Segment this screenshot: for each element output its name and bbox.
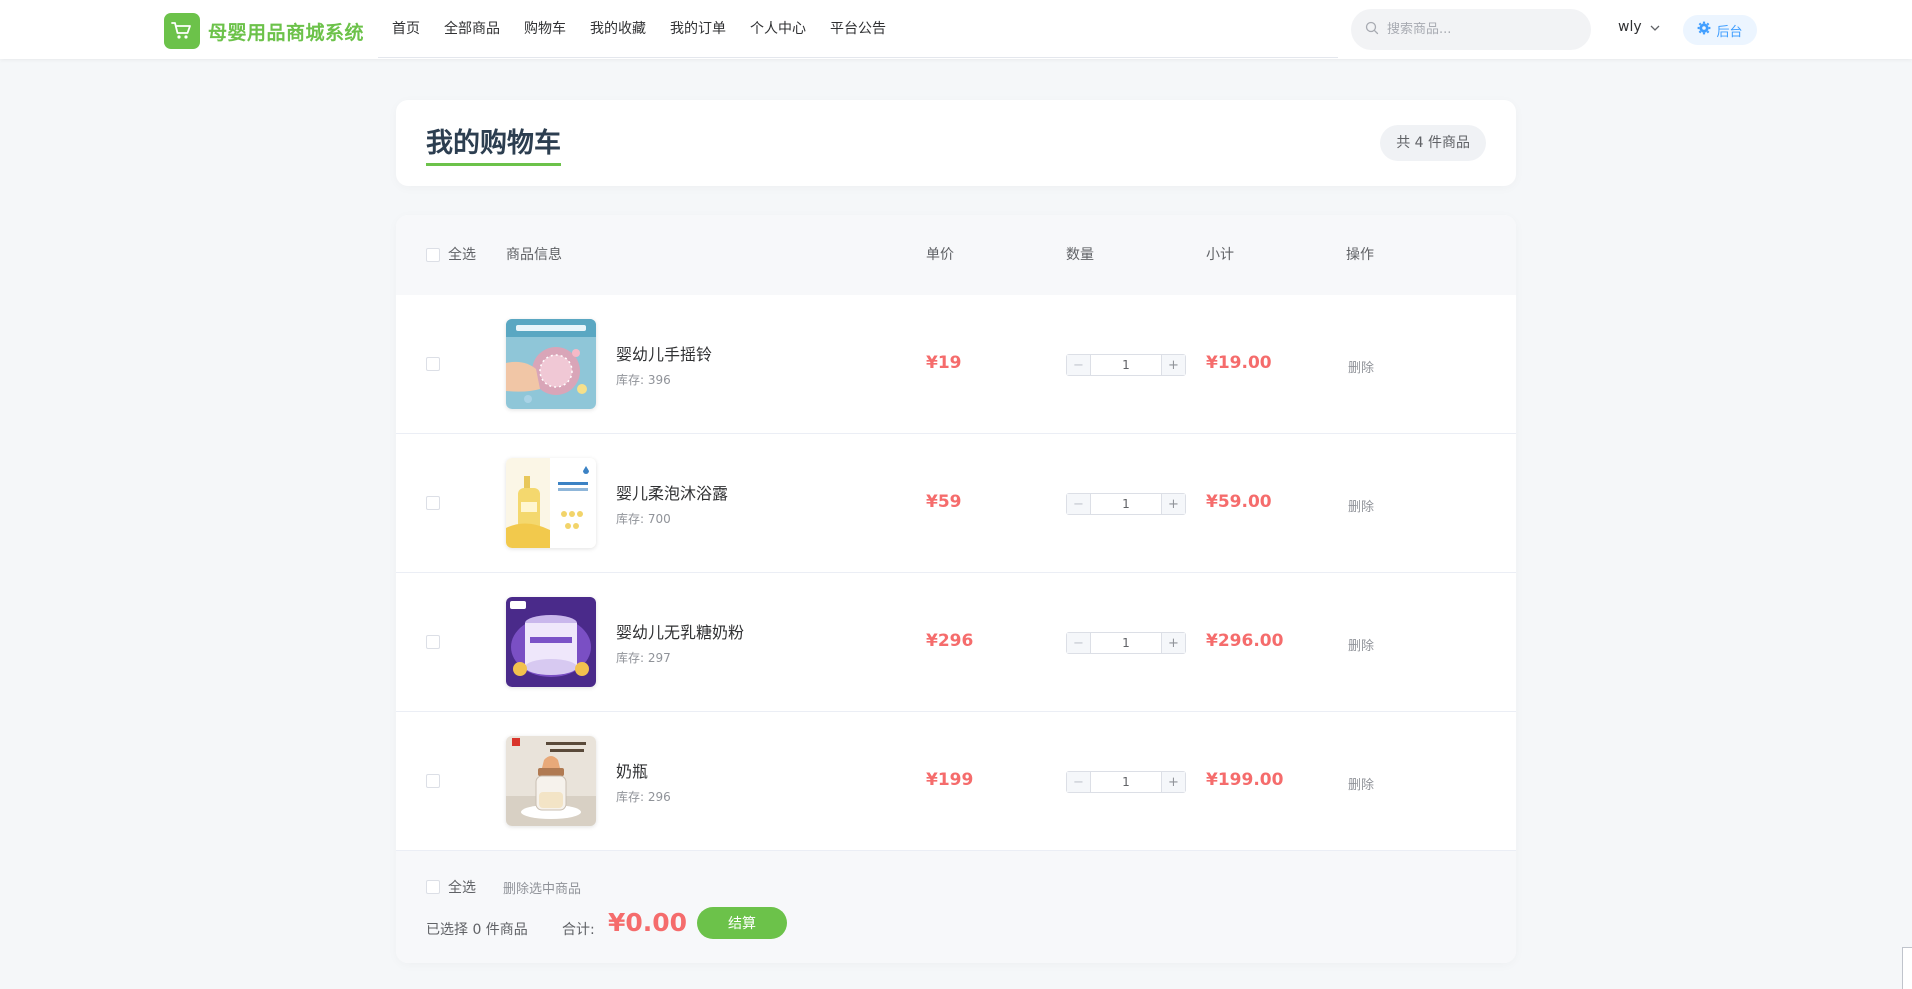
unit-price: ¥19 [926, 353, 962, 373]
product-image-body-wash[interactable] [506, 458, 596, 548]
delete-button[interactable]: 删除 [1348, 774, 1374, 793]
admin-button[interactable]: 后台 [1683, 15, 1757, 45]
quantity-stepper: − + [1066, 771, 1186, 793]
quantity-stepper: − + [1066, 354, 1186, 376]
quantity-input[interactable] [1091, 633, 1161, 653]
nav-item-all-products[interactable]: 全部商品 [432, 0, 512, 59]
row-checkbox[interactable] [426, 496, 440, 510]
product-image-baby-bottle[interactable] [506, 736, 596, 826]
product-stock: 库存: 296 [616, 790, 671, 804]
product-name[interactable]: 婴儿柔泡沐浴露 [616, 480, 728, 504]
admin-label: 后台 [1716, 24, 1743, 40]
row-subtotal: ¥296.00 [1206, 631, 1284, 651]
increase-button[interactable]: + [1161, 633, 1185, 653]
footer-select-all-label: 全选 [448, 880, 476, 896]
nav-item-cart[interactable]: 购物车 [512, 0, 578, 59]
floating-widget-edge[interactable] [1902, 947, 1912, 989]
product-name[interactable]: 奶瓶 [616, 758, 648, 782]
header-action: 操作 [1346, 247, 1374, 263]
row-checkbox[interactable] [426, 357, 440, 371]
table-row: 婴儿柔泡沐浴露 库存: 700 ¥59 − + ¥59.00 删除 [396, 434, 1516, 573]
decrease-button[interactable]: − [1067, 633, 1091, 653]
decrease-button[interactable]: − [1067, 772, 1091, 792]
row-checkbox[interactable] [426, 635, 440, 649]
row-checkbox[interactable] [426, 774, 440, 788]
logo[interactable]: 母婴用品商城系统 [164, 13, 364, 49]
nav-item-home[interactable]: 首页 [380, 0, 432, 59]
product-image-rattle[interactable] [506, 319, 596, 409]
search-icon [1365, 20, 1379, 39]
table-header: 全选 商品信息 单价 数量 小计 操作 [396, 215, 1516, 295]
top-navbar: 母婴用品商城系统 首页 全部商品 购物车 我的收藏 我的订单 个人中心 平台公告… [0, 0, 1912, 59]
select-all-label: 全选 [448, 247, 476, 263]
product-stock: 库存: 700 [616, 512, 671, 526]
header-product: 商品信息 [506, 247, 562, 263]
checkout-button[interactable]: 结算 [697, 907, 787, 939]
quantity-input[interactable] [1091, 772, 1161, 792]
decrease-button[interactable]: − [1067, 494, 1091, 514]
row-subtotal: ¥59.00 [1206, 492, 1272, 512]
search-box[interactable] [1351, 9, 1591, 50]
header-quantity: 数量 [1066, 247, 1094, 263]
product-stock: 库存: 297 [616, 651, 671, 665]
header-subtotal: 小计 [1206, 247, 1234, 263]
delete-button[interactable]: 删除 [1348, 357, 1374, 376]
row-subtotal: ¥19.00 [1206, 353, 1272, 373]
gear-icon [1697, 21, 1711, 39]
quantity-input[interactable] [1091, 494, 1161, 514]
nav-item-announcements[interactable]: 平台公告 [818, 0, 898, 59]
cart-logo-icon [164, 13, 200, 49]
delete-selected-button[interactable]: 删除选中商品 [503, 878, 581, 897]
product-name[interactable]: 婴幼儿无乳糖奶粉 [616, 619, 744, 643]
user-menu[interactable]: wly [1618, 19, 1660, 35]
cart-table: 全选 商品信息 单价 数量 小计 操作 婴幼儿手摇铃 库存: 396 ¥19 −… [396, 215, 1516, 963]
quantity-stepper: − + [1066, 493, 1186, 515]
increase-button[interactable]: + [1161, 772, 1185, 792]
total-amount: ¥0.00 [608, 908, 688, 937]
product-stock: 库存: 396 [616, 373, 671, 387]
page-title: 我的购物车 [426, 127, 561, 166]
nav-item-orders[interactable]: 我的订单 [658, 0, 738, 59]
chevron-down-icon [1642, 19, 1660, 35]
delete-button[interactable]: 删除 [1348, 496, 1374, 515]
decrease-button[interactable]: − [1067, 355, 1091, 375]
table-row: 婴幼儿无乳糖奶粉 库存: 297 ¥296 − + ¥296.00 删除 [396, 573, 1516, 712]
header-unit-price: 单价 [926, 247, 954, 263]
increase-button[interactable]: + [1161, 355, 1185, 375]
username: wly [1618, 19, 1642, 35]
unit-price: ¥59 [926, 492, 962, 512]
table-row: 婴幼儿手摇铃 库存: 396 ¥19 − + ¥19.00 删除 [396, 295, 1516, 434]
cart-title-card: 我的购物车 共 4 件商品 [396, 100, 1516, 186]
cart-footer: 全选 删除选中商品 已选择 0 件商品 合计: ¥0.00 结算 [396, 851, 1516, 963]
select-all-checkbox[interactable] [426, 248, 440, 262]
search-input[interactable] [1387, 22, 1567, 37]
footer-select-all[interactable]: 全选 [426, 877, 476, 897]
table-row: 奶瓶 库存: 296 ¥199 − + ¥199.00 删除 [396, 712, 1516, 851]
select-all-header[interactable]: 全选 [426, 215, 476, 295]
nav-item-profile[interactable]: 个人中心 [738, 0, 818, 59]
product-image-milk-powder[interactable] [506, 597, 596, 687]
increase-button[interactable]: + [1161, 494, 1185, 514]
logo-text: 母婴用品商城系统 [208, 21, 365, 44]
delete-button[interactable]: 删除 [1348, 635, 1374, 654]
footer-select-all-checkbox[interactable] [426, 880, 440, 894]
item-count-badge: 共 4 件商品 [1380, 125, 1486, 161]
unit-price: ¥296 [926, 631, 974, 651]
selected-count: 已选择 0 件商品 [426, 922, 528, 938]
unit-price: ¥199 [926, 770, 974, 790]
nav-item-favorites[interactable]: 我的收藏 [578, 0, 658, 59]
quantity-input[interactable] [1091, 355, 1161, 375]
quantity-stepper: − + [1066, 632, 1186, 654]
main-nav: 首页 全部商品 购物车 我的收藏 我的订单 个人中心 平台公告 [380, 0, 898, 59]
nav-divider [378, 57, 1338, 58]
row-subtotal: ¥199.00 [1206, 770, 1284, 790]
product-name[interactable]: 婴幼儿手摇铃 [616, 341, 712, 365]
total-label: 合计: [562, 922, 595, 938]
